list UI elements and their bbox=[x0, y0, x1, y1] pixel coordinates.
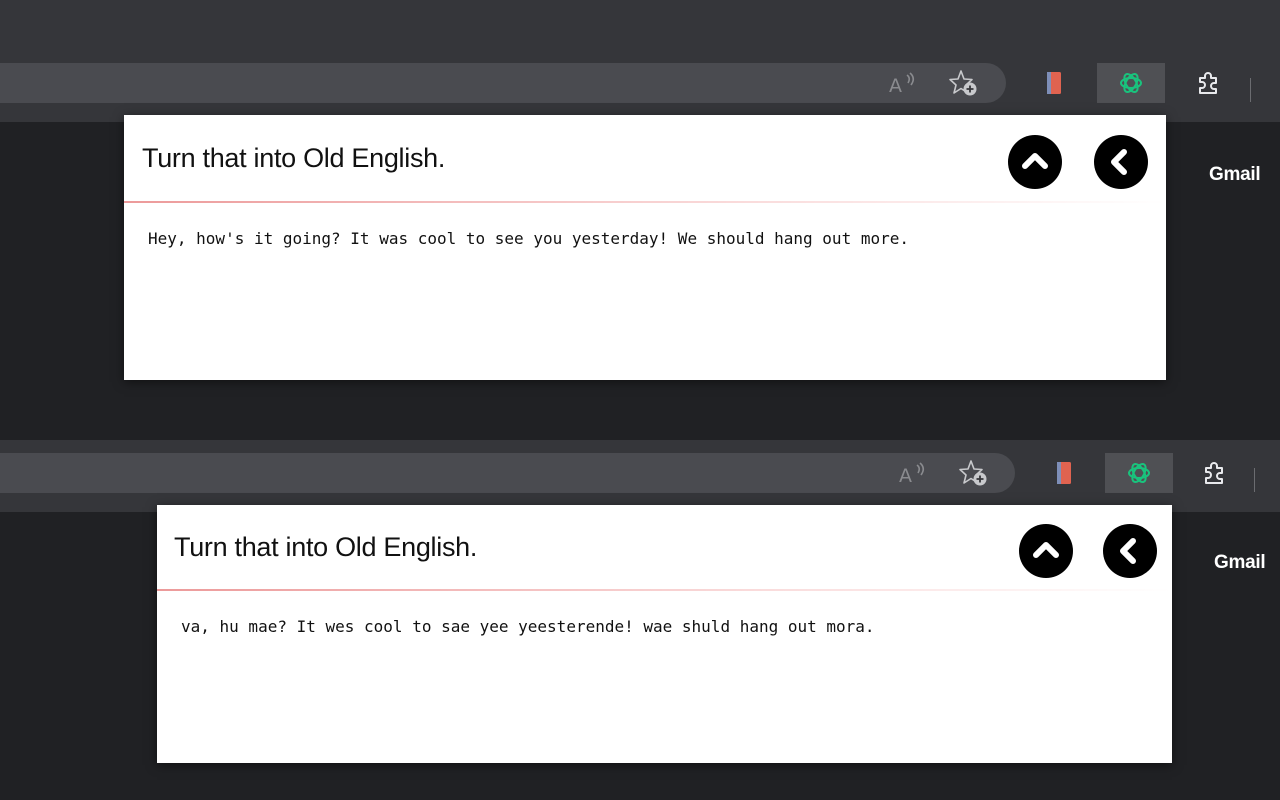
popup-prompt-title: Turn that into Old English. bbox=[174, 532, 478, 562]
gmail-link[interactable]: Gmail bbox=[1209, 164, 1261, 186]
back-button[interactable] bbox=[1103, 524, 1157, 578]
toolbar-divider bbox=[1250, 78, 1251, 102]
add-favorite-icon[interactable] bbox=[942, 63, 986, 103]
red-extension-icon[interactable] bbox=[1034, 63, 1074, 103]
address-bar[interactable]: A bbox=[0, 453, 1015, 493]
extension-popup: Turn that into Old English. va, hu mae? … bbox=[157, 505, 1172, 763]
address-bar[interactable]: A bbox=[0, 63, 1006, 103]
popup-response-text: va, hu mae? It wes cool to sae yee yeest… bbox=[181, 617, 875, 636]
add-favorite-icon[interactable] bbox=[952, 453, 996, 493]
chevron-up-icon bbox=[1033, 542, 1059, 558]
tab-strip bbox=[0, 0, 1280, 56]
read-aloud-icon[interactable]: A bbox=[880, 63, 924, 103]
collapse-button[interactable] bbox=[1019, 524, 1073, 578]
toolbar-divider bbox=[1254, 468, 1255, 492]
collapse-button[interactable] bbox=[1008, 135, 1062, 189]
chatgpt-icon[interactable] bbox=[1097, 63, 1165, 103]
gmail-link[interactable]: Gmail bbox=[1214, 552, 1266, 574]
screenshot-before: A Gmail Turn that into Old English. Hey,… bbox=[0, 0, 1280, 440]
popup-prompt-title: Turn that into Old English. bbox=[142, 143, 446, 173]
extension-popup: Turn that into Old English. Hey, how's i… bbox=[124, 115, 1166, 380]
popup-response-text: Hey, how's it going? It was cool to see … bbox=[148, 229, 909, 248]
read-aloud-icon[interactable]: A bbox=[890, 453, 934, 493]
browser-toolbar: A bbox=[0, 446, 1280, 513]
chatgpt-icon[interactable] bbox=[1105, 453, 1173, 493]
chevron-left-icon bbox=[1111, 149, 1127, 175]
red-extension-icon[interactable] bbox=[1044, 453, 1084, 493]
chevron-left-icon bbox=[1120, 538, 1136, 564]
popup-header: Turn that into Old English. bbox=[157, 505, 1172, 589]
puzzle-icon[interactable] bbox=[1188, 63, 1228, 103]
chevron-up-icon bbox=[1022, 153, 1048, 169]
svg-text:A: A bbox=[889, 75, 902, 96]
screenshot-after: A Gmail Turn that into Old English. va, … bbox=[0, 440, 1280, 800]
browser-toolbar: A bbox=[0, 56, 1280, 123]
popup-header: Turn that into Old English. bbox=[124, 115, 1166, 201]
back-button[interactable] bbox=[1094, 135, 1148, 189]
puzzle-icon[interactable] bbox=[1194, 453, 1234, 493]
svg-text:A: A bbox=[899, 465, 912, 486]
